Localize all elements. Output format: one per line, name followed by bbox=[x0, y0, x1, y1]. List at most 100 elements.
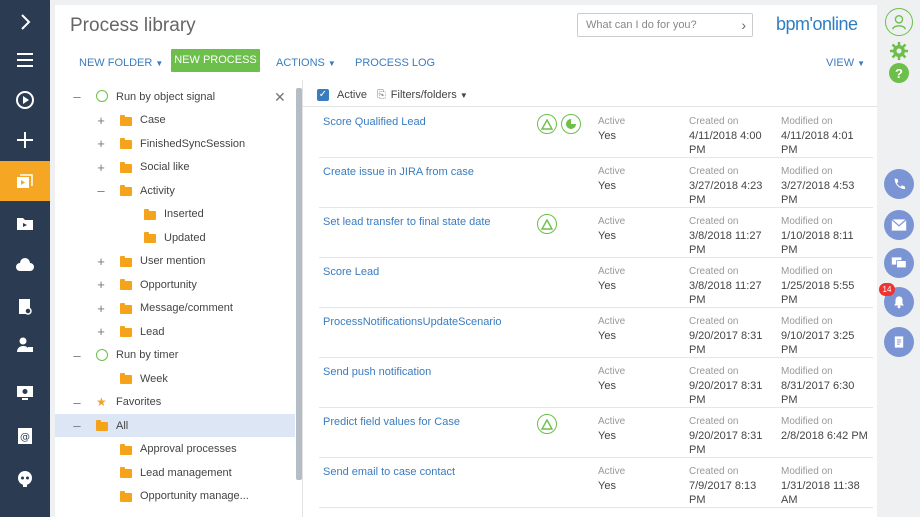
tree-item-label: Inserted bbox=[164, 208, 204, 220]
email-book-icon[interactable]: @ bbox=[0, 416, 50, 456]
active-field-label: Active bbox=[598, 116, 626, 127]
tree-item-label: Case bbox=[140, 114, 166, 126]
tree-item[interactable]: Week bbox=[55, 367, 295, 390]
tree-item[interactable]: – All bbox=[55, 414, 295, 437]
active-checkbox[interactable]: ✓ bbox=[317, 89, 329, 101]
tree-item[interactable]: + FinishedSyncSession bbox=[55, 132, 295, 155]
help-icon[interactable]: ? bbox=[889, 63, 909, 83]
process-name-link[interactable]: Score Lead bbox=[323, 266, 379, 278]
process-row[interactable]: Send email to case contact Active Yes Creat… bbox=[319, 458, 873, 508]
collapse-icon[interactable]: – bbox=[72, 89, 82, 104]
gear-icon[interactable] bbox=[888, 40, 910, 62]
expand-icon[interactable]: + bbox=[96, 254, 106, 269]
process-name-link[interactable]: Set lead transfer to final state date bbox=[323, 216, 491, 228]
expand-icon[interactable]: + bbox=[96, 113, 106, 128]
actions-button[interactable]: ACTIONS ▼ bbox=[276, 53, 336, 73]
expand-icon[interactable]: + bbox=[96, 136, 106, 151]
tree-item[interactable]: + Opportunity bbox=[55, 273, 295, 296]
process-log-button[interactable]: PROCESS LOG bbox=[355, 53, 435, 73]
process-row[interactable]: Set lead transfer to final state date Act… bbox=[319, 208, 873, 258]
expand-icon[interactable]: + bbox=[96, 324, 106, 339]
process-trigger-icons bbox=[537, 414, 557, 434]
process-name-link[interactable]: ProcessNotificationsUpdateScenario bbox=[323, 316, 502, 328]
collapse-icon[interactable]: – bbox=[72, 395, 82, 410]
process-row[interactable]: Predict field values for Case Active Yes Cr… bbox=[319, 408, 873, 458]
created-on-field-value: 3/27/2018 4:23 PM bbox=[689, 180, 763, 206]
expand-sidebar-icon[interactable] bbox=[0, 2, 50, 42]
active-field-label: Active bbox=[598, 166, 626, 177]
process-name-link[interactable]: Predict field values for Case bbox=[323, 416, 460, 428]
document-icon[interactable] bbox=[884, 327, 914, 357]
modified-on-field-value: 9/10/2017 3:25 PM bbox=[781, 330, 855, 356]
expand-icon[interactable]: + bbox=[96, 160, 106, 175]
profile-icon[interactable] bbox=[885, 8, 913, 36]
actions-label: ACTIONS bbox=[276, 57, 325, 69]
play-icon[interactable] bbox=[0, 80, 50, 120]
filters-folders-button[interactable]: Filters/folders ▼ bbox=[391, 89, 468, 101]
tree-item[interactable]: + Social like bbox=[55, 156, 295, 179]
tree-item[interactable]: Opportunity manage... bbox=[55, 485, 295, 508]
expand-icon[interactable]: + bbox=[96, 301, 106, 316]
tree-item[interactable]: + Message/comment bbox=[55, 297, 295, 320]
add-icon[interactable] bbox=[0, 120, 50, 160]
signal-icon bbox=[537, 214, 557, 234]
tree-item-label: All bbox=[116, 419, 129, 432]
process-name-link[interactable]: Create issue in JIRA from case bbox=[323, 166, 474, 178]
tree-item[interactable]: Updated bbox=[55, 226, 295, 249]
tree-item[interactable]: + Lead bbox=[55, 320, 295, 343]
created-on-field-value: 9/20/2017 8:31 PM bbox=[689, 430, 763, 456]
notification-count-badge: 14 bbox=[879, 283, 895, 296]
menu-icon[interactable] bbox=[0, 40, 50, 80]
tree-item[interactable]: – Activity bbox=[55, 179, 295, 202]
document-search-icon[interactable] bbox=[0, 287, 50, 327]
folder-icon bbox=[120, 185, 132, 196]
modified-on-field-label: Modified on bbox=[781, 316, 833, 327]
process-row[interactable]: Score Qualified Lead Active Yes Created on 4… bbox=[319, 108, 873, 158]
search-arrow-icon[interactable]: › bbox=[741, 17, 746, 33]
filter-folder-icon: ⎘ bbox=[376, 88, 386, 101]
tree-item[interactable]: Approval processes bbox=[55, 438, 295, 461]
settings-monitor-icon[interactable] bbox=[0, 373, 50, 413]
chat-bot-icon[interactable] bbox=[0, 459, 50, 499]
created-on-field: Created on 7/9/2017 8:13 PM bbox=[689, 465, 769, 507]
view-button[interactable]: VIEW ▼ bbox=[826, 53, 865, 73]
cloud-icon[interactable] bbox=[0, 245, 50, 285]
process-library-icon[interactable] bbox=[0, 161, 50, 201]
active-field-label: Active bbox=[598, 316, 626, 327]
process-row[interactable]: Create issue in JIRA from case Active Yes C… bbox=[319, 158, 873, 208]
collapse-icon[interactable]: – bbox=[72, 348, 82, 363]
tree-item[interactable]: Lead management bbox=[55, 461, 295, 484]
expand-icon[interactable]: + bbox=[96, 277, 106, 292]
process-row[interactable]: ProcessNotificationsUpdateScenario Active… bbox=[319, 308, 873, 358]
collapse-icon[interactable]: – bbox=[96, 183, 106, 198]
active-field-value: Yes bbox=[598, 230, 616, 242]
process-name-link[interactable]: Score Qualified Lead bbox=[323, 116, 426, 128]
email-icon[interactable] bbox=[884, 210, 914, 240]
process-row[interactable]: Score Lead Active Yes Created on 3/8/2018 11… bbox=[319, 258, 873, 308]
new-process-button[interactable]: NEW PROCESS bbox=[171, 49, 260, 72]
search-input[interactable]: What can I do for you? › bbox=[577, 13, 753, 37]
process-name-link[interactable]: Send email to case contact bbox=[323, 466, 455, 478]
active-field: Active Yes bbox=[598, 215, 625, 243]
tree-item[interactable]: – Run by timer bbox=[55, 344, 295, 367]
process-name-link[interactable]: Send push notification bbox=[323, 366, 431, 378]
phone-icon[interactable] bbox=[884, 169, 914, 199]
tree-item[interactable]: – Run by object signal bbox=[55, 85, 295, 108]
folder-process-icon[interactable] bbox=[0, 203, 50, 243]
created-on-field-label: Created on bbox=[689, 466, 739, 477]
collapse-icon[interactable]: – bbox=[72, 418, 82, 433]
signal-icon bbox=[537, 414, 557, 434]
chevron-down-icon: ▼ bbox=[155, 59, 164, 68]
tree-item[interactable]: + Case bbox=[55, 109, 295, 132]
chevron-down-icon: ▼ bbox=[327, 59, 336, 68]
tree-item[interactable]: + User mention bbox=[55, 250, 295, 273]
new-folder-button[interactable]: NEW FOLDER ▼ bbox=[79, 53, 163, 73]
process-row[interactable]: Send push notification Active Yes Created o… bbox=[319, 358, 873, 408]
tree-item[interactable]: Inserted bbox=[55, 203, 295, 226]
tree-item[interactable]: – ★ Favorites bbox=[55, 391, 295, 414]
modified-on-field-value: 3/27/2018 4:53 PM bbox=[781, 180, 855, 206]
close-icon[interactable]: ✕ bbox=[274, 89, 286, 106]
chat-icon[interactable] bbox=[884, 248, 914, 278]
tree-item-label: Activity bbox=[140, 184, 175, 197]
user-lock-icon[interactable] bbox=[0, 325, 50, 365]
